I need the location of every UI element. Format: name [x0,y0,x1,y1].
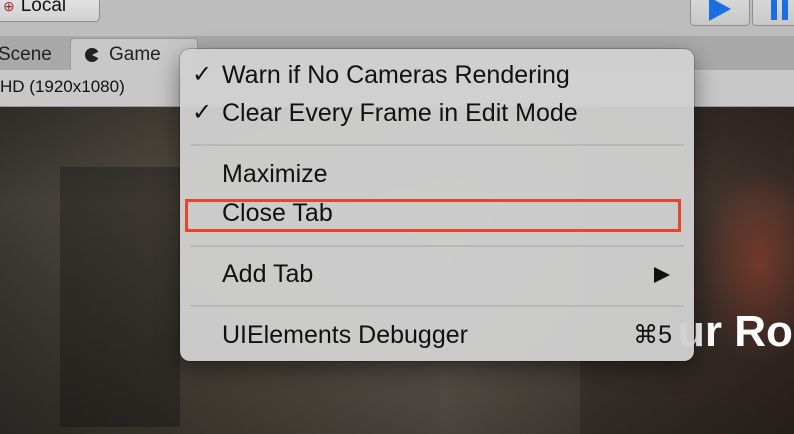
play-button[interactable] [690,0,750,26]
checkmark-icon: ✓ [192,61,213,88]
game-overlay-text: ur Ro [678,307,793,356]
play-icon [709,0,731,21]
menu-item-add-tab[interactable]: Add Tab [180,255,694,293]
pivot-mode-button[interactable]: ⊕ Local [0,0,100,22]
menu-item-maximize[interactable]: Maximize [180,155,694,193]
tab-scene[interactable]: Scene [0,40,66,70]
menu-item-label: UIElements Debugger [222,321,468,349]
pivot-mode-label: Local [20,0,67,16]
highlight-box [185,199,681,232]
menu-separator [190,245,684,247]
toolbar: ⊕ Local [0,0,794,36]
tab-scene-label: Scene [0,44,52,65]
menu-item-label: Warn if No Cameras Rendering [222,61,570,89]
menu-separator [190,144,684,146]
menu-separator [190,305,684,307]
menu-item-label: Maximize [222,160,328,188]
pacman-icon [85,47,100,62]
menu-item-warn-no-cameras[interactable]: ✓ Warn if No Cameras Rendering [180,56,694,94]
tab-game-label: Game [109,43,161,65]
menu-item-uielements-debugger[interactable]: UIElements Debugger ⌘5 [180,316,694,354]
submenu-arrow-icon [654,267,670,283]
menu-item-clear-every-frame[interactable]: ✓ Clear Every Frame in Edit Mode [180,94,694,132]
pause-icon [771,0,777,20]
tab-game[interactable]: Game [70,38,198,70]
pause-button[interactable] [752,0,794,26]
context-menu: ✓ Warn if No Cameras Rendering ✓ Clear E… [180,49,694,361]
resolution-dropdown[interactable]: HD (1920x1080) [0,77,125,97]
menu-item-label: Clear Every Frame in Edit Mode [222,99,578,127]
pivot-icon: ⊕ [3,0,15,14]
menu-item-label: Add Tab [222,260,314,288]
checkmark-icon: ✓ [192,99,213,126]
shortcut-label: ⌘5 [633,321,672,349]
